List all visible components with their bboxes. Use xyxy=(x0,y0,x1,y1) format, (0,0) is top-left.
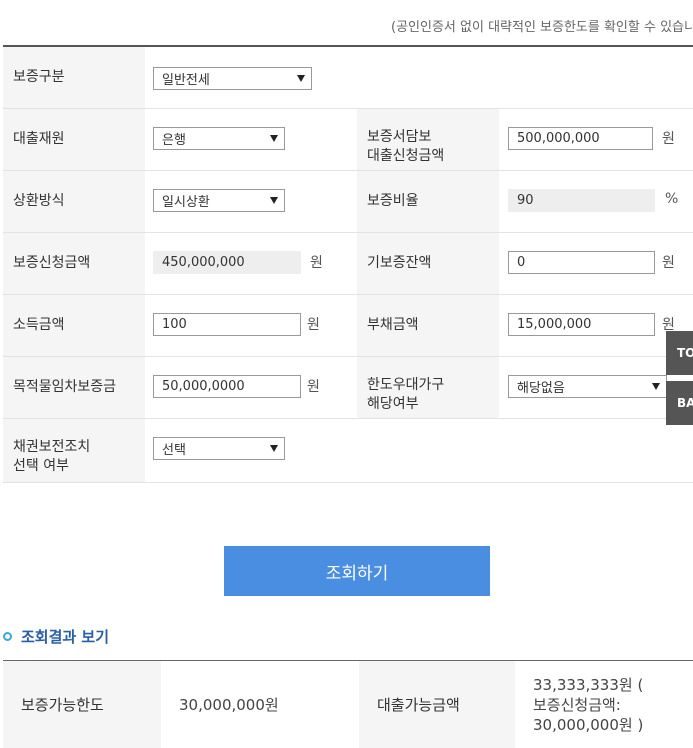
income-amount-input[interactable]: 100 xyxy=(153,313,301,336)
priority-household-value: 해당없음 xyxy=(517,381,565,396)
loan-possible-value: 33,333,333원 ( 보증신청금액: 30,000,000원 ) xyxy=(533,661,693,748)
debt-amount-input[interactable]: 15,000,000 xyxy=(508,313,655,336)
chevron-down-icon xyxy=(297,75,305,82)
deposit-loan-amount-label-line1: 보증서담보 xyxy=(367,129,432,145)
bond-preservation-value: 선택 xyxy=(162,443,186,458)
priority-household-label: 한도우대가구 해당여부 xyxy=(357,357,499,418)
result-heading: 조회결과 보기 xyxy=(3,626,109,647)
loan-source-label: 대출재원 xyxy=(3,109,145,170)
deposit-loan-amount-unit: 원 xyxy=(662,131,675,147)
income-amount-value: 100 xyxy=(162,317,187,332)
existing-guarantee-balance-unit: 원 xyxy=(662,255,675,271)
form-row-loan-source: 대출재원 은행 보증서담보 대출신청금액 500,000,000 원 xyxy=(3,109,693,171)
chevron-down-icon xyxy=(270,445,278,452)
form-row-repayment: 상환방식 일시상환 보증비율 90 % xyxy=(3,171,693,233)
deposit-loan-amount-label: 보증서담보 대출신청금액 xyxy=(357,109,499,170)
notice-text: (공인인증서 없이 대략적인 보증한도를 확인할 수 있습니다) xyxy=(391,20,693,35)
existing-guarantee-balance-input[interactable]: 0 xyxy=(508,251,655,274)
guarantee-limit-label: 보증가능한도 xyxy=(3,661,161,748)
guarantee-limit-value: 30,000,000원 xyxy=(179,696,279,714)
form-row-bond-preservation: 채권보전조치 선택 여부 선택 xyxy=(3,419,693,483)
guarantee-ratio-label: 보증비율 xyxy=(357,171,499,232)
guarantee-type-select[interactable]: 일반전세 xyxy=(153,67,312,90)
lease-deposit-unit: 원 xyxy=(307,379,320,395)
priority-household-label-line1: 한도우대가구 xyxy=(367,377,445,393)
deposit-loan-amount-label-line2: 대출신청금액 xyxy=(367,148,445,164)
back-button[interactable]: BACK xyxy=(666,381,693,425)
guarantee-request-amount-value: 450,000,000 xyxy=(162,255,245,270)
guarantee-request-amount-unit: 원 xyxy=(310,255,323,271)
bond-preservation-label: 채권보전조치 선택 여부 xyxy=(3,419,145,482)
result-title: 조회결과 보기 xyxy=(21,628,110,646)
form-row-guarantee-type: 보증구분 일반전세 xyxy=(3,47,693,109)
top-button[interactable]: TOP xyxy=(666,331,693,375)
repayment-method-value: 일시상환 xyxy=(162,195,210,210)
income-amount-label: 소득금액 xyxy=(3,295,145,356)
form-row-guarantee-request: 보증신청금액 450,000,000 원 기보증잔액 0 원 xyxy=(3,233,693,295)
debt-amount-label: 부채금액 xyxy=(357,295,499,356)
chevron-down-icon xyxy=(270,197,278,204)
loan-possible-line1: 33,333,333원 ( xyxy=(533,675,644,694)
lease-deposit-input[interactable]: 50,000,0000 xyxy=(153,375,301,398)
loan-possible-line3: 30,000,000원 ) xyxy=(533,715,644,734)
existing-guarantee-balance-label: 기보증잔액 xyxy=(357,233,499,294)
result-table: 보증가능한도 30,000,000원 대출가능금액 33,333,333원 ( … xyxy=(3,660,693,748)
loan-possible-label: 대출가능금액 xyxy=(359,661,515,748)
loan-possible-line2: 보증신청금액: xyxy=(533,695,621,714)
loan-source-select[interactable]: 은행 xyxy=(153,127,285,150)
chevron-down-icon xyxy=(270,135,278,142)
bullet-icon xyxy=(3,632,12,641)
debt-amount-value: 15,000,000 xyxy=(517,317,592,332)
loan-source-value: 은행 xyxy=(162,133,186,148)
guarantee-form: 보증구분 일반전세 대출재원 은행 보증서담보 대출신청금액 500,000,0… xyxy=(3,45,693,483)
existing-guarantee-balance-value: 0 xyxy=(517,255,526,270)
deposit-loan-amount-input[interactable]: 500,000,000 xyxy=(508,127,653,150)
priority-household-select[interactable]: 해당없음 xyxy=(508,375,667,398)
guarantee-request-amount-field: 450,000,000 xyxy=(153,251,301,274)
bond-preservation-label-line2: 선택 여부 xyxy=(13,458,69,474)
guarantee-ratio-value: 90 xyxy=(517,193,534,208)
chevron-down-icon xyxy=(652,383,660,390)
lease-deposit-label: 목적물임차보증금 xyxy=(3,357,145,418)
bond-preservation-select[interactable]: 선택 xyxy=(153,437,285,460)
repayment-method-select[interactable]: 일시상환 xyxy=(153,189,285,212)
guarantee-ratio-unit: % xyxy=(665,191,679,207)
guarantee-ratio-field: 90 xyxy=(508,189,655,212)
form-row-lease-deposit: 목적물임차보증금 50,000,0000 원 한도우대가구 해당여부 해당없음 xyxy=(3,357,693,419)
bond-preservation-label-line1: 채권보전조치 xyxy=(13,439,91,455)
search-button[interactable]: 조회하기 xyxy=(224,546,490,596)
repayment-method-label: 상환방식 xyxy=(3,171,145,232)
guarantee-type-value: 일반전세 xyxy=(162,73,210,88)
guarantee-type-label: 보증구분 xyxy=(3,47,145,108)
priority-household-label-line2: 해당여부 xyxy=(367,396,419,412)
form-row-income: 소득금액 100 원 부채금액 15,000,000 원 xyxy=(3,295,693,357)
income-amount-unit: 원 xyxy=(307,317,320,333)
deposit-loan-amount-value: 500,000,000 xyxy=(517,131,600,146)
guarantee-request-amount-label: 보증신청금액 xyxy=(3,233,145,294)
lease-deposit-value: 50,000,0000 xyxy=(162,379,245,394)
